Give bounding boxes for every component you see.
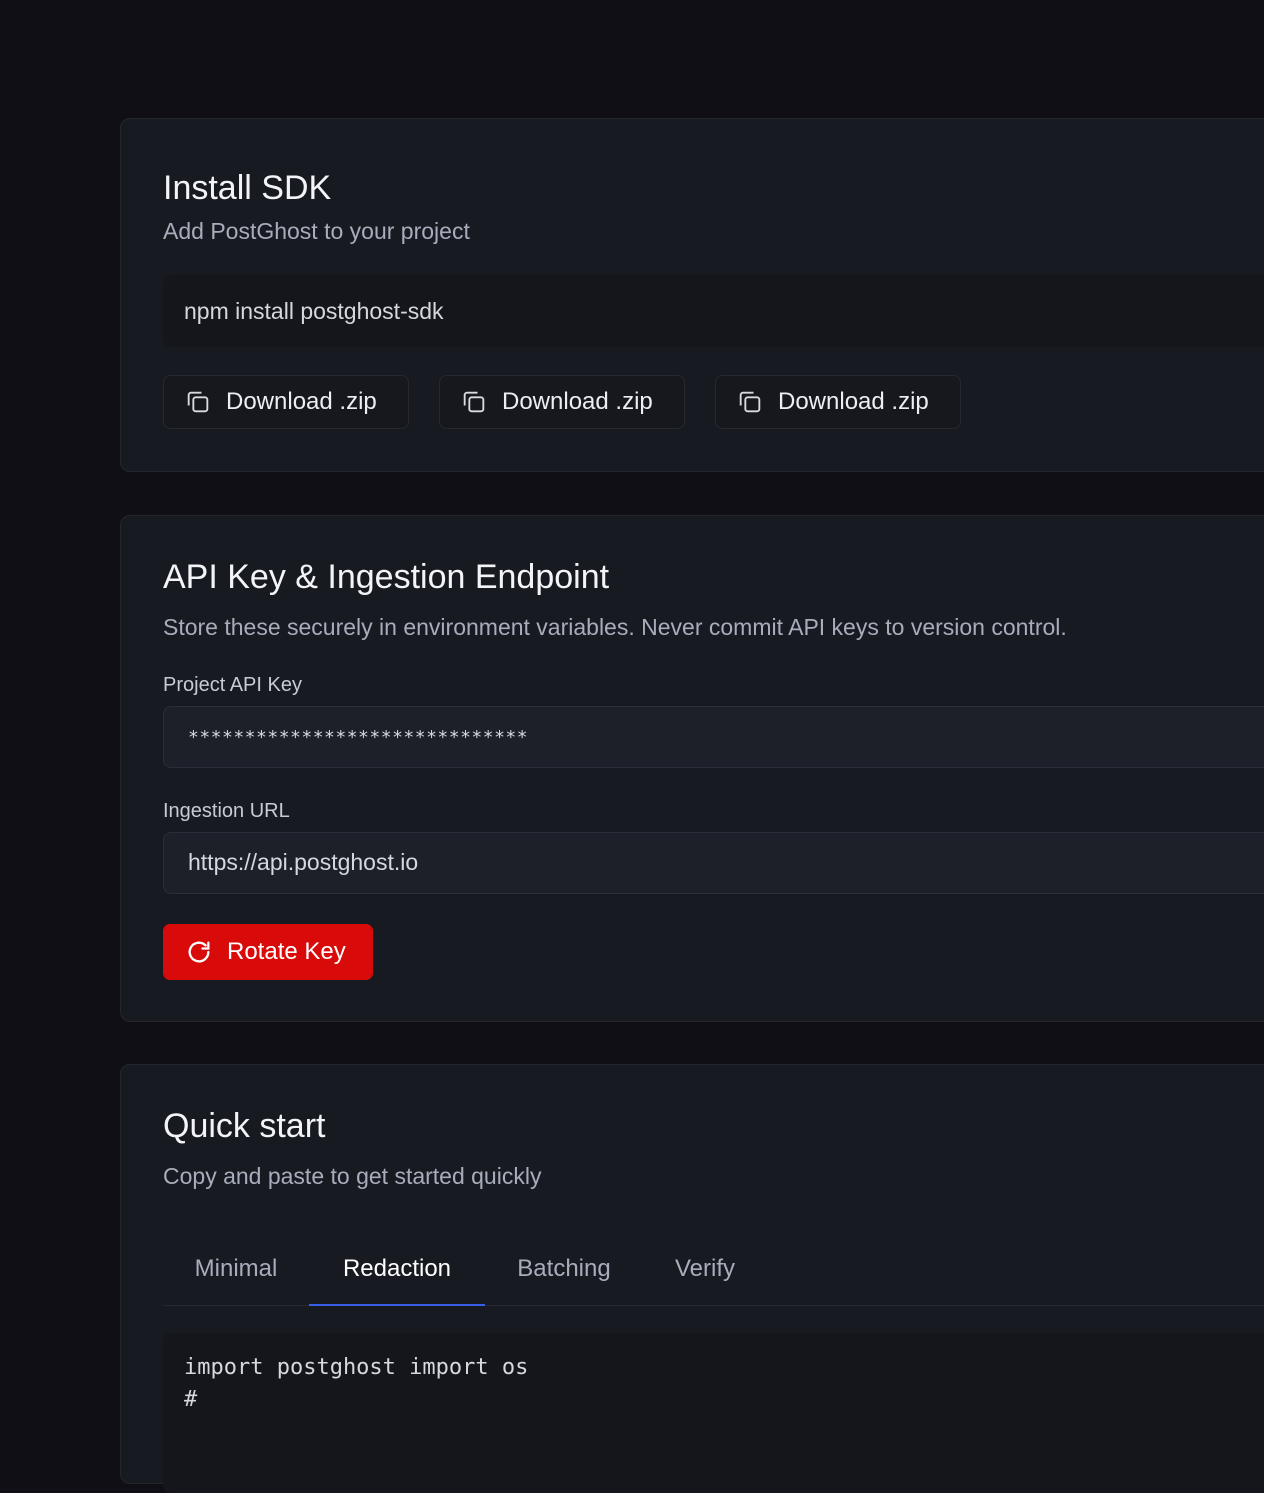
download-zip-label: Download .zip xyxy=(502,388,653,415)
tab-minimal[interactable]: Minimal xyxy=(163,1233,309,1305)
install-sdk-title: Install SDK xyxy=(163,169,332,207)
install-command-text: npm install postghost-sdk xyxy=(184,298,444,324)
install-sdk-card: Install SDK Add PostGhost to your projec… xyxy=(120,118,1264,472)
quick-start-subtitle: Copy and paste to get started quickly xyxy=(163,1163,542,1189)
install-command-box[interactable]: npm install postghost-sdk xyxy=(163,275,1264,347)
api-key-field[interactable]: ****************************** xyxy=(163,706,1264,768)
download-zip-button-1[interactable]: Download .zip xyxy=(163,375,409,429)
refresh-icon xyxy=(188,941,210,963)
download-zip-label: Download .zip xyxy=(226,388,377,415)
download-zip-label: Download .zip xyxy=(778,388,929,415)
copy-icon xyxy=(739,391,761,413)
copy-icon xyxy=(187,391,209,413)
quick-start-title: Quick start xyxy=(163,1107,326,1145)
api-key-label: Project API Key xyxy=(163,674,302,696)
api-key-title: API Key & Ingestion Endpoint xyxy=(163,558,610,596)
tab-verify[interactable]: Verify xyxy=(643,1233,767,1305)
code-block[interactable]: import postghost import os # xyxy=(163,1333,1264,1493)
api-key-subtitle: Store these securely in environment vari… xyxy=(163,614,1067,640)
download-zip-button-2[interactable]: Download .zip xyxy=(439,375,685,429)
api-key-value: ****************************** xyxy=(188,727,529,748)
copy-icon xyxy=(463,391,485,413)
code-line: # xyxy=(184,1387,198,1412)
tab-redaction[interactable]: Redaction xyxy=(309,1233,485,1306)
tab-batching[interactable]: Batching xyxy=(485,1233,643,1305)
ingestion-url-field[interactable]: https://api.postghost.io xyxy=(163,832,1264,894)
quick-start-tabs: Minimal Redaction Batching Verify xyxy=(163,1233,1264,1306)
install-sdk-subtitle: Add PostGhost to your project xyxy=(163,218,470,244)
quick-start-card: Quick start Copy and paste to get starte… xyxy=(120,1064,1264,1493)
ingestion-url-value: https://api.postghost.io xyxy=(188,849,419,875)
ingestion-url-label: Ingestion URL xyxy=(163,800,290,822)
api-key-card: API Key & Ingestion Endpoint Store these… xyxy=(120,515,1264,1022)
rotate-key-label: Rotate Key xyxy=(227,938,346,965)
code-line: import postghost import os xyxy=(184,1355,529,1380)
download-zip-button-3[interactable]: Download .zip xyxy=(715,375,961,429)
rotate-key-button[interactable]: Rotate Key xyxy=(163,924,373,980)
